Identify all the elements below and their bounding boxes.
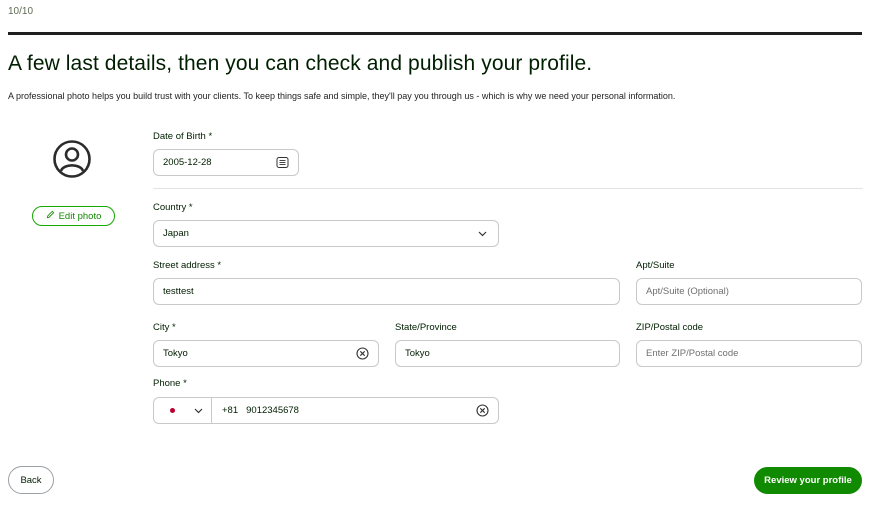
- review-profile-button[interactable]: Review your profile: [754, 467, 862, 494]
- city-input[interactable]: Tokyo: [153, 340, 379, 367]
- zip-label: ZIP/Postal code: [636, 322, 704, 333]
- user-circle-icon[interactable]: [52, 139, 92, 179]
- dob-value: 2005-12-28: [163, 157, 212, 168]
- street-value: testtest: [163, 286, 194, 297]
- edit-photo-label: Edit photo: [58, 210, 102, 222]
- zip-input[interactable]: Enter ZIP/Postal code: [636, 340, 862, 367]
- country-flag-selector[interactable]: [154, 398, 211, 423]
- chevron-down-icon: [476, 227, 489, 240]
- street-input[interactable]: testtest: [153, 278, 620, 305]
- state-label: State/Province: [395, 322, 457, 333]
- section-divider: [153, 188, 863, 189]
- country-value: Japan: [163, 228, 189, 239]
- state-value: Tokyo: [405, 348, 430, 359]
- page-title: A few last details, then you can check a…: [8, 52, 593, 75]
- phone-label: Phone *: [153, 378, 187, 389]
- country-select[interactable]: Japan: [153, 220, 499, 247]
- progress-bar: [8, 32, 862, 35]
- edit-photo-button[interactable]: Edit photo: [32, 206, 115, 226]
- apt-placeholder: Apt/Suite (Optional): [646, 286, 729, 297]
- calendar-icon[interactable]: [276, 156, 289, 169]
- back-button[interactable]: Back: [8, 466, 54, 494]
- dob-label: Date of Birth *: [153, 131, 213, 142]
- chevron-down-icon: [193, 405, 204, 416]
- phone-input[interactable]: +81 9012345678: [153, 397, 499, 424]
- country-label: Country *: [153, 202, 193, 213]
- clear-icon[interactable]: [356, 347, 369, 360]
- state-input[interactable]: Tokyo: [395, 340, 620, 367]
- japan-flag-icon: [170, 408, 175, 413]
- apt-label: Apt/Suite: [636, 260, 675, 271]
- city-value: Tokyo: [163, 348, 188, 359]
- phone-value: 9012345678: [246, 405, 299, 416]
- city-label: City *: [153, 322, 176, 333]
- phone-divider: [211, 397, 212, 424]
- street-label: Street address *: [153, 260, 222, 271]
- page-description: A professional photo helps you build tru…: [8, 91, 676, 101]
- dob-field[interactable]: 2005-12-28: [153, 149, 299, 176]
- pencil-icon: [46, 210, 55, 222]
- phone-country-code: +81: [222, 405, 239, 416]
- zip-placeholder: Enter ZIP/Postal code: [646, 348, 739, 359]
- apt-input[interactable]: Apt/Suite (Optional): [636, 278, 862, 305]
- step-counter: 10/10: [8, 6, 34, 17]
- clear-icon[interactable]: [476, 404, 489, 417]
